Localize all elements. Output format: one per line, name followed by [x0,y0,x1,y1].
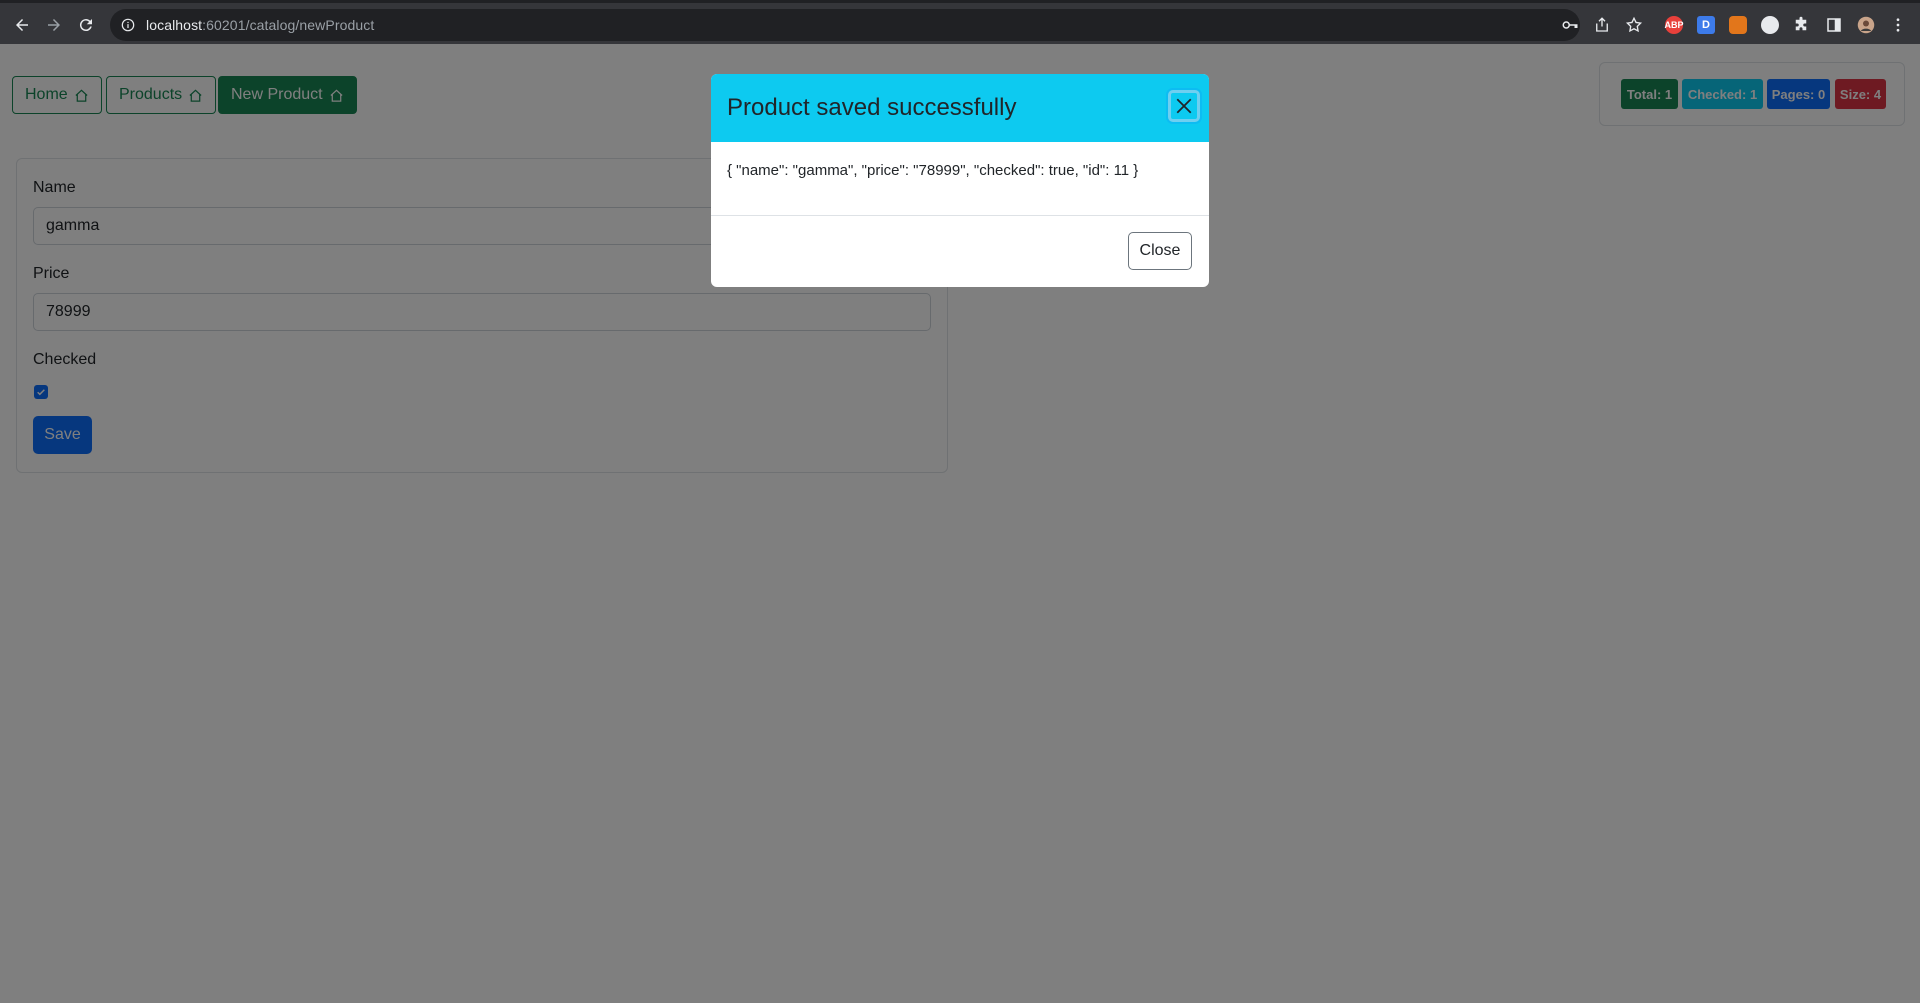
address-bar[interactable]: localhost:60201/catalog/newProduct [110,9,1580,41]
share-icon[interactable] [1590,13,1614,37]
modal-header: Product saved successfully [711,74,1209,142]
menu-kebab-icon[interactable] [1886,13,1910,37]
modal-close-button[interactable]: Close [1128,232,1192,270]
modal-close-x-button[interactable] [1168,90,1200,122]
success-modal: Product saved successfully { "name": "ga… [711,74,1209,287]
site-info-icon[interactable] [120,17,136,33]
star-icon[interactable] [1622,13,1646,37]
abp-icon[interactable]: ABP [1665,16,1684,34]
back-icon[interactable] [8,11,36,39]
circle-extension-icon[interactable] [1761,16,1779,34]
modal-title: Product saved successfully [727,94,1017,121]
puzzle-extensions-icon[interactable] [1789,13,1813,37]
close-icon [1176,98,1192,114]
browser-toolbar: localhost:60201/catalog/newProduct ABP D [0,0,1920,44]
url-path: :60201/catalog/newProduct [202,17,375,33]
url-text: localhost:60201/catalog/newProduct [146,17,374,33]
metamask-icon[interactable] [1729,16,1747,34]
profile-avatar[interactable] [1854,13,1878,37]
key-icon[interactable] [1558,13,1582,37]
forward-icon[interactable] [40,11,68,39]
url-host: localhost [146,17,203,33]
modal-divider [711,215,1209,216]
side-panel-icon[interactable] [1822,13,1846,37]
modal-body: { "name": "gamma", "price": "78999", "ch… [727,162,1139,179]
dashlane-icon[interactable]: D [1697,16,1715,34]
reload-icon[interactable] [72,11,100,39]
